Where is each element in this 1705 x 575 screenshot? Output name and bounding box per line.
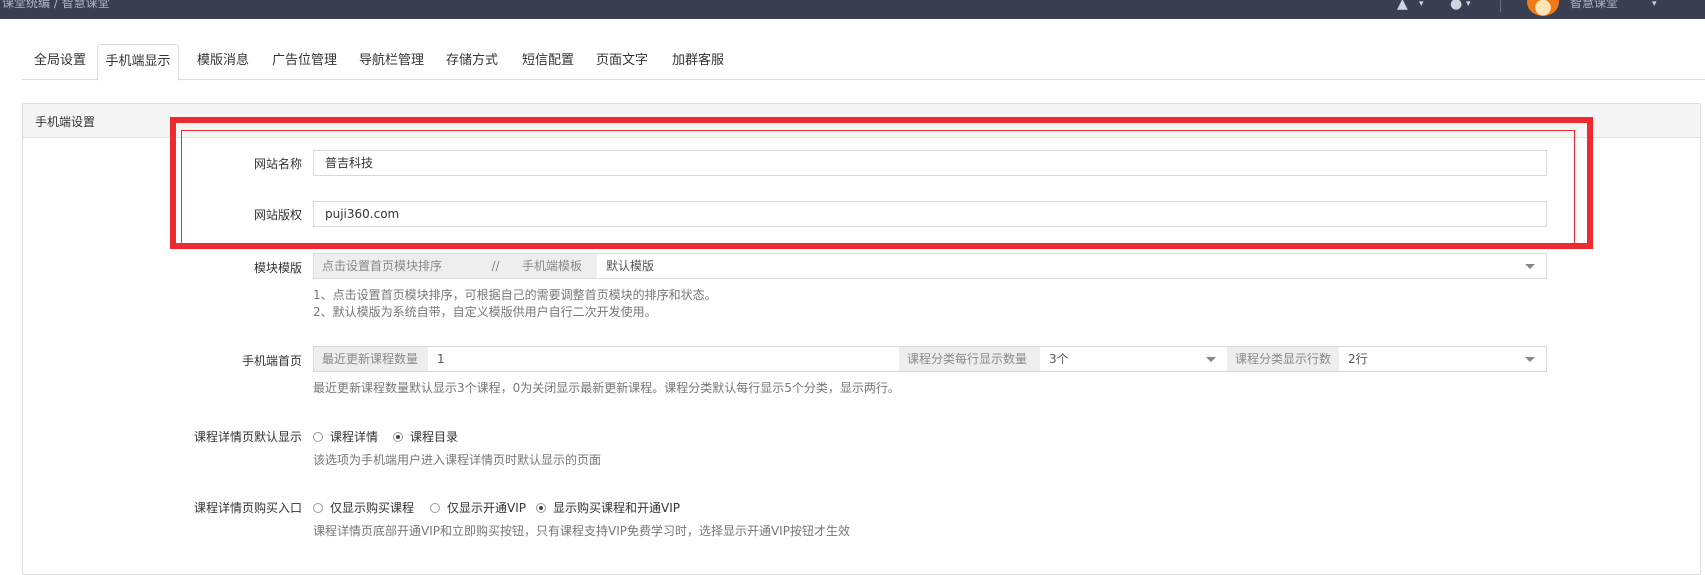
addon-separator: // [477,254,514,278]
top-navbar: 课堂统编 / 智慧课堂 ▲ ▾ ● ▾ 智慧课堂 ▾ [0,0,1705,19]
mobile-home-label: 手机端首页 [241,354,302,368]
topbar-divider [1500,0,1501,12]
radio-buy-only-label[interactable]: 仅显示购买课程 [330,499,414,516]
mobile-home-help: 最近更新课程数量默认显示3个课程，0为关闭显示最新更新课程。课程分类默认每行显示… [313,381,900,395]
tab-storage[interactable]: 存储方式 [446,44,498,78]
radio-vip-only-label[interactable]: 仅显示开通VIP [447,499,526,516]
chevron-down-icon[interactable] [1525,264,1535,269]
detail-buy-help: 课程详情页底部开通VIP和立即购买按钮，只有课程支持VIP免费学习时，选择显示开… [313,524,850,538]
chevron-down-icon[interactable] [1525,357,1535,362]
chevron-down-icon[interactable]: ▾ [1419,0,1424,12]
mobile-home-group: 最近更新课程数量 1 课程分类每行显示数量 3个 课程分类显示行数 2行 [313,346,1547,372]
module-template-help-2: 2、默认模版为系统自带，自定义模版供用户自行二次开发使用。 [313,305,657,319]
per-row-select-value[interactable]: 3个 [1040,347,1190,371]
detail-buy-label: 课程详情页购买入口 [193,501,302,515]
radio-buy-only[interactable] [313,503,323,513]
settings-tabs: 全局设置 手机端显示 模版消息 广告位管理 导航栏管理 存储方式 短信配置 页面… [22,44,1705,81]
tab-ad-management[interactable]: 广告位管理 [272,44,337,78]
avatar[interactable] [1527,0,1559,16]
detail-default-label: 课程详情页默认显示 [193,430,302,444]
chevron-down-icon[interactable] [1206,357,1216,362]
breadcrumb: 课堂统编 / 智慧课堂 [2,0,110,10]
module-template-help-1: 1、点击设置首页模块排序，可根据自己的需要调整首页模块的排序和状态。 [313,288,717,302]
radio-vip-only[interactable] [430,503,440,513]
radio-buy-and-vip-label[interactable]: 显示购买课程和开通VIP [553,499,680,516]
chevron-down-icon[interactable]: ▾ [1466,0,1471,12]
tab-page-text[interactable]: 页面文字 [596,44,648,78]
chevron-down-icon[interactable]: ▾ [1652,0,1657,12]
tab-global-settings[interactable]: 全局设置 [34,44,86,78]
radio-course-catalog-label[interactable]: 课程目录 [410,428,458,445]
detail-default-radios: 课程详情 课程目录 [313,428,613,446]
radio-course-catalog[interactable] [393,432,403,442]
module-sort-button[interactable]: 点击设置首页模块排序 [314,254,477,278]
panel-title: 手机端设置 [35,115,96,129]
radio-course-detail[interactable] [313,432,323,442]
rows-addon: 课程分类显示行数 [1227,347,1339,371]
detail-default-help: 该选项为手机端用户进入课程详情页时默认显示的页面 [313,453,602,467]
tab-mobile-display[interactable]: 手机端显示 [97,44,179,81]
template-select-value[interactable]: 默认模版 [597,254,1497,278]
tab-sms-config[interactable]: 短信配置 [522,44,574,78]
tab-group-service[interactable]: 加群客服 [672,44,724,78]
per-row-addon: 课程分类每行显示数量 [899,347,1040,371]
module-template-label: 模块模版 [253,261,302,275]
tab-template-message[interactable]: 模版消息 [197,44,249,78]
highlight-inner-box [181,130,1575,245]
user-icon[interactable]: ● [1450,0,1462,12]
bell-icon[interactable]: ▲ [1397,0,1408,12]
recent-courses-addon: 最近更新课程数量 [314,347,428,371]
detail-buy-radios: 仅显示购买课程 仅显示开通VIP 显示购买课程和开通VIP [313,499,813,517]
radio-course-detail-label[interactable]: 课程详情 [330,428,378,445]
rows-select-value[interactable]: 2行 [1339,347,1509,371]
mobile-template-addon: 手机端模板 [514,254,597,278]
radio-buy-and-vip[interactable] [536,503,546,513]
module-template-group: 点击设置首页模块排序 // 手机端模板 默认模版 [313,253,1547,279]
user-name[interactable]: 智慧课堂 [1570,0,1618,11]
tab-nav-management[interactable]: 导航栏管理 [359,44,424,78]
